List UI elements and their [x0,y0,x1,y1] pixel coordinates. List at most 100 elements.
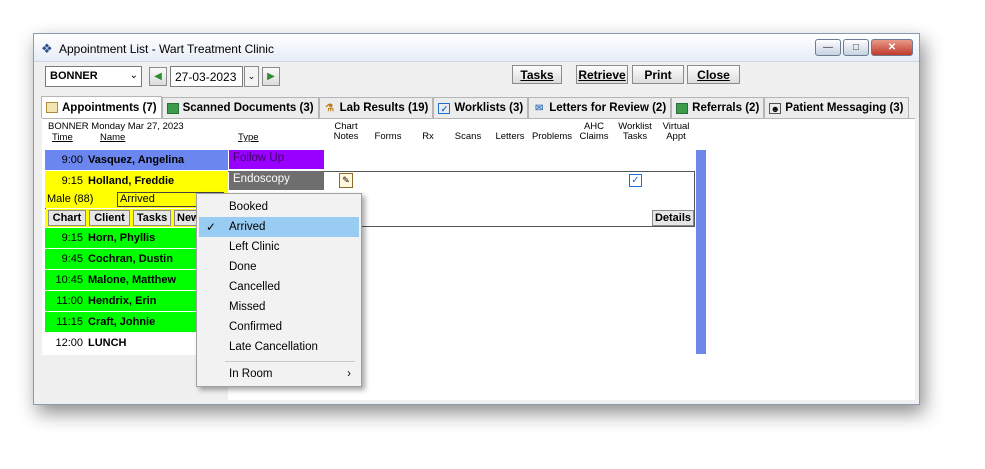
minimize-button[interactable]: — [815,39,841,56]
menu-item-missed[interactable]: Missed [199,297,359,317]
type-column-header[interactable]: Type [238,133,259,143]
envelope-icon: ✉ [535,102,544,114]
tab-label: Scanned Documents (3) [182,102,314,114]
tab-worklists[interactable]: ✓ Worklists (3) [433,97,529,118]
appointment-time: 9:15 [61,175,83,187]
close-button-label: Close [697,67,730,82]
print-button-label: Print [644,67,672,82]
appointment-type: Endoscopy [229,171,324,190]
menu-item-label: Arrived [229,221,266,233]
provider-value: BONNER [50,70,98,82]
tab-letters-for-review[interactable]: ✉ Letters for Review (2) [528,97,672,118]
column-header-chart-notes: Chart Notes [333,121,359,142]
menu-item-confirmed[interactable]: Confirmed [199,317,359,337]
tab-scanned-documents[interactable]: Scanned Documents (3) [161,97,319,118]
date-field[interactable]: 27-03-2023 [170,66,243,87]
toolbar: BONNER ⌄ ◀ 27-03-2023 ⌄ ▶ Tasks Retrieve… [34,62,919,92]
time-column-header[interactable]: Time [52,133,73,143]
print-button[interactable]: Print [632,65,684,84]
column-header-worklist-tasks: Worklist Tasks [618,121,652,142]
list-header: BONNER Monday Mar 27, 2023 [48,121,184,132]
tasks-row-button[interactable]: Tasks [133,210,171,226]
title-bar: ❖ Appointment List - Wart Treatment Clin… [34,34,919,62]
menu-item-late-cancellation[interactable]: Late Cancellation [199,337,359,357]
status-menu: Booked ✓ Arrived Left Clinic Done Cancel… [196,193,362,387]
calendar-icon [46,102,58,113]
chart-notes-icon[interactable]: ✎ [339,173,353,188]
date-dropdown-button[interactable]: ⌄ [244,66,259,87]
menu-separator [225,361,355,362]
menu-item-cancelled[interactable]: Cancelled [199,277,359,297]
scanned-document-icon [166,102,179,114]
appointment-time: 9:15 [61,232,83,244]
maximize-button[interactable]: □ [843,39,869,56]
tab-label: Referrals (2) [692,102,760,114]
tab-lab-results[interactable]: ⚗ Lab Results (19) [318,97,434,118]
patient-name: LUNCH [88,337,127,349]
column-header-forms: Forms [374,131,402,142]
vertical-scrollbar[interactable] [696,150,706,354]
tab-bar: Appointments (7) Scanned Documents (3) ⚗… [41,96,909,118]
previous-day-button[interactable]: ◀ [149,67,167,86]
patient-sex-age: Male (88) [47,193,94,205]
tab-patient-messaging[interactable]: ☻ Patient Messaging (3) [764,97,909,118]
menu-item-label: In Room [229,368,273,380]
client-button[interactable]: Client [89,210,130,226]
appointment-list-window: ❖ Appointment List - Wart Treatment Clin… [33,33,920,405]
tab-label: Patient Messaging (3) [785,102,904,114]
patient-name: Craft, Johnie [88,316,156,328]
appointment-row-selected[interactable]: 9:15 Holland, Freddie [45,171,228,191]
patient-name: Malone, Matthew [88,274,177,286]
column-header-rx: Rx [422,131,434,142]
checkmark-icon: ✓ [206,220,217,234]
column-header-letters: Letters [495,131,525,142]
menu-item-done[interactable]: Done [199,257,359,277]
menu-item-booked[interactable]: Booked [199,197,359,217]
worklist-task-icon[interactable]: ✓ [629,174,642,187]
patient-name: Holland, Freddie [88,175,175,187]
tab-label: Letters for Review (2) [549,102,667,114]
patient-name: Cochran, Dustin [88,253,173,265]
app-icon: ❖ [41,41,53,56]
chevron-right-icon: › [347,368,351,380]
appointment-row[interactable]: 9:00 Vasquez, Angelina [45,150,228,170]
patient-name: Horn, Phyllis [88,232,156,244]
appointment-time: 11:00 [56,295,83,307]
name-column-header[interactable]: Name [100,133,125,143]
close-button[interactable]: Close [687,65,740,84]
appointment-time: 9:45 [61,253,83,265]
column-header-scans: Scans [454,131,482,142]
menu-item-left-clinic[interactable]: Left Clinic [199,237,359,257]
person-icon: ☻ [769,102,782,114]
column-header-problems: Problems [531,131,573,142]
tab-label: Worklists (3) [454,102,524,114]
retrieve-button-label: Retrieve [578,67,626,82]
appointment-type: Follow Up [229,150,324,169]
patient-name: Hendrix, Erin [88,295,157,307]
column-header-ahc-claims: AHC Claims [579,121,609,142]
chart-button[interactable]: Chart [48,210,86,226]
close-window-button[interactable]: ✕ [871,39,913,56]
patient-name: Vasquez, Angelina [88,154,185,166]
lab-flask-icon: ⚗ [325,102,335,114]
menu-item-in-room[interactable]: In Room › [199,364,359,384]
tab-referrals[interactable]: Referrals (2) [671,97,765,118]
menu-item-arrived[interactable]: ✓ Arrived [199,217,359,237]
tab-appointments[interactable]: Appointments (7) [41,96,162,118]
tasks-button-label: Tasks [520,67,554,82]
retrieve-button[interactable]: Retrieve [576,65,628,84]
tab-label: Lab Results (19) [339,102,429,114]
appointment-time: 11:15 [56,316,83,328]
appointment-time: 12:00 [55,337,83,349]
tab-label: Appointments (7) [62,101,157,114]
appointment-time: 10:45 [55,274,83,286]
appointments-panel: BONNER Monday Mar 27, 2023 Time Name Typ… [42,118,915,401]
tasks-button[interactable]: Tasks [512,65,562,84]
column-header-virtual-appt: Virtual Appt [662,121,690,142]
chevron-down-icon: ⌄ [129,70,138,81]
details-button[interactable]: Details [652,210,694,226]
next-day-button[interactable]: ▶ [262,67,280,86]
worklist-check-icon: ✓ [438,102,451,114]
provider-select[interactable]: BONNER ⌄ [45,66,142,87]
referral-icon [676,102,689,114]
